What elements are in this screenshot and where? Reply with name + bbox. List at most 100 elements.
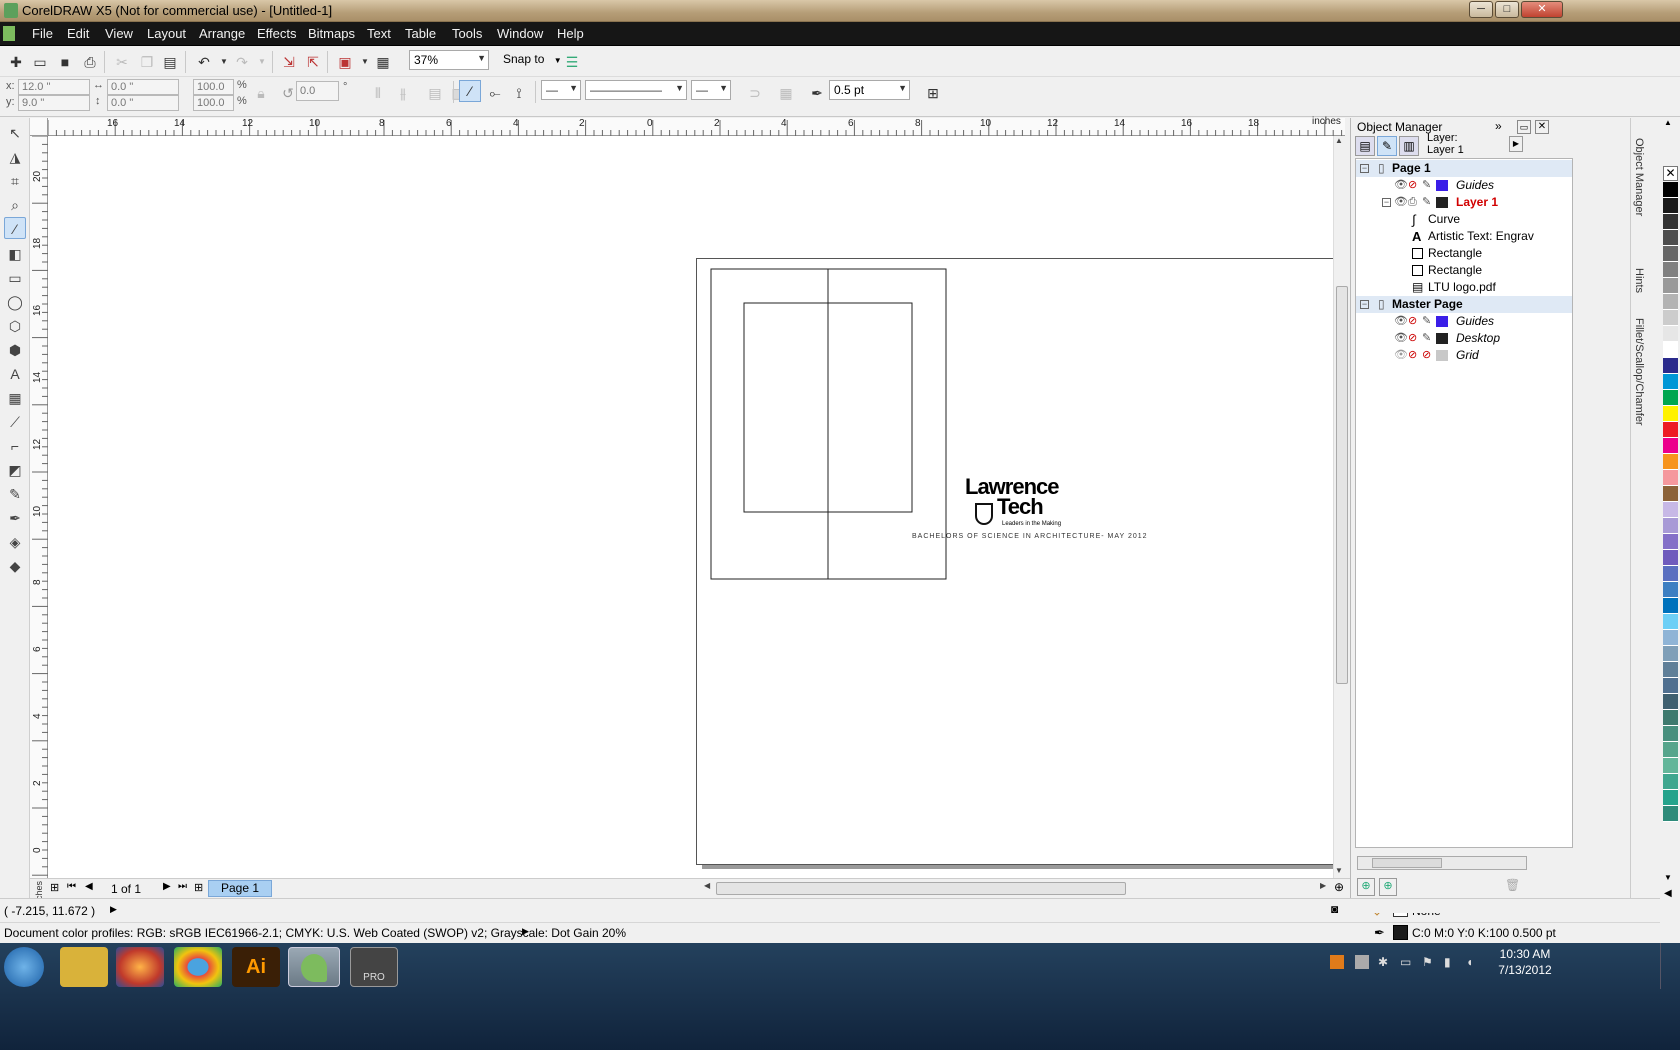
- print-icon[interactable]: ⎙: [80, 52, 100, 72]
- no-color-swatch-icon[interactable]: ✕: [1663, 166, 1678, 181]
- palette-color-swatch[interactable]: [1663, 742, 1678, 758]
- text-tool-icon[interactable]: A: [4, 363, 26, 385]
- palette-color-swatch[interactable]: [1663, 550, 1678, 566]
- menu-effects[interactable]: Effects: [257, 26, 297, 41]
- palette-color-swatch[interactable]: [1663, 342, 1678, 358]
- palette-color-swatch[interactable]: [1663, 326, 1678, 342]
- explorer-taskbar-icon[interactable]: [60, 947, 108, 987]
- pick-tool-icon[interactable]: ↖: [4, 122, 26, 144]
- clock-time[interactable]: 10:30 AM: [1495, 947, 1555, 961]
- tree-page-1[interactable]: − ▯ Page 1: [1356, 160, 1572, 177]
- palette-expand-icon[interactable]: ◀: [1664, 888, 1672, 899]
- palette-color-swatch[interactable]: [1663, 518, 1678, 534]
- palette-color-swatch[interactable]: [1663, 614, 1678, 630]
- palette-color-swatch[interactable]: [1663, 374, 1678, 390]
- palette-color-swatch[interactable]: [1663, 662, 1678, 678]
- layer-color-swatch[interactable]: [1436, 316, 1448, 327]
- menu-help[interactable]: Help: [557, 26, 584, 41]
- layer-color-swatch[interactable]: [1436, 197, 1448, 208]
- next-page-icon[interactable]: ▶: [163, 881, 171, 892]
- tab-object-manager[interactable]: Object Manager: [1633, 138, 1645, 216]
- scale-y-field[interactable]: 100.0: [193, 95, 234, 111]
- show-properties-icon[interactable]: ▤: [1355, 136, 1375, 156]
- snap-icon[interactable]: ◙: [1331, 902, 1338, 916]
- mirror-horizontal-icon[interactable]: ⫴: [368, 83, 388, 103]
- paste-icon[interactable]: ▤: [160, 52, 180, 72]
- visibility-eye-icon[interactable]: 👁︎: [1394, 313, 1408, 330]
- edit-disabled-icon[interactable]: ⊘: [1422, 347, 1431, 364]
- palette-color-swatch[interactable]: [1663, 790, 1678, 806]
- add-page-before-icon[interactable]: ⊞: [50, 881, 59, 894]
- outline-width-combo[interactable]: 0.5 pt ▼: [829, 80, 910, 100]
- palette-color-swatch[interactable]: [1663, 262, 1678, 278]
- scroll-left-icon[interactable]: ◀: [704, 881, 710, 890]
- rotation-field[interactable]: 0.0: [296, 81, 339, 101]
- redo-dropdown-icon[interactable]: ▼: [252, 52, 272, 72]
- collapse-icon[interactable]: −: [1360, 300, 1369, 309]
- smart-fill-tool-icon[interactable]: ◧: [4, 243, 26, 265]
- curve-straight-icon[interactable]: ⁄: [459, 80, 481, 102]
- show-desktop-button[interactable]: [1660, 943, 1680, 989]
- palette-color-swatch[interactable]: [1663, 582, 1678, 598]
- palette-color-swatch[interactable]: [1663, 678, 1678, 694]
- menu-arrange[interactable]: Arrange: [199, 26, 245, 41]
- palette-color-swatch[interactable]: [1663, 566, 1678, 582]
- palette-color-swatch[interactable]: [1663, 294, 1678, 310]
- new-document-icon[interactable]: ✚: [6, 52, 26, 72]
- edit-pencil-icon[interactable]: ✎: [1422, 177, 1431, 194]
- new-layer-icon[interactable]: ⊕: [1357, 878, 1375, 896]
- menu-bitmaps[interactable]: Bitmaps: [308, 26, 355, 41]
- menu-tools[interactable]: Tools: [452, 26, 482, 41]
- outline-color-swatch[interactable]: [1393, 925, 1408, 940]
- tab-fillet-scallop-chamfer[interactable]: Fillet/Scallop/Chamfer: [1633, 318, 1645, 426]
- scale-x-field[interactable]: 100.0: [193, 79, 234, 95]
- palette-color-swatch[interactable]: [1663, 246, 1678, 262]
- tree-master-desktop[interactable]: 👁︎ ⊘ ✎ Desktop: [1356, 330, 1572, 347]
- zoom-navigator-icon[interactable]: ⊕: [1334, 880, 1344, 894]
- scroll-up-icon[interactable]: ▲: [1335, 136, 1343, 145]
- new-master-layer-icon[interactable]: ⊕: [1379, 878, 1397, 896]
- save-icon[interactable]: ■: [55, 52, 75, 72]
- print-disabled-icon[interactable]: ⊘: [1408, 177, 1417, 194]
- palette-color-swatch[interactable]: [1663, 470, 1678, 486]
- tree-layer-1[interactable]: − 👁︎ ⎙ ✎ Layer 1: [1356, 194, 1572, 211]
- profiles-expand-icon[interactable]: ▶: [522, 926, 529, 937]
- tray-network-icon[interactable]: ▮: [1444, 955, 1451, 969]
- docker-flyout-icon[interactable]: ▶: [1509, 136, 1523, 152]
- height-field[interactable]: 0.0 ": [107, 95, 179, 111]
- palette-color-swatch[interactable]: [1663, 502, 1678, 518]
- ellipse-tool-icon[interactable]: ◯: [4, 291, 26, 313]
- palette-color-swatch[interactable]: [1663, 534, 1678, 550]
- palette-scroll-up-icon[interactable]: ▲: [1664, 118, 1672, 127]
- fill-tool-icon[interactable]: ◈: [4, 531, 26, 553]
- palette-color-swatch[interactable]: [1663, 182, 1678, 198]
- table-tool-icon[interactable]: ▦: [4, 387, 26, 409]
- delete-icon[interactable]: 🗑︎: [1505, 878, 1520, 892]
- first-page-icon[interactable]: ⏮: [67, 881, 76, 892]
- minimize-button[interactable]: ─: [1469, 1, 1493, 18]
- tree-horizontal-scrollbar[interactable]: [1357, 856, 1527, 870]
- tree-object-rectangle[interactable]: Rectangle: [1356, 245, 1572, 262]
- zoom-levels-combo[interactable]: 37% ▼: [409, 50, 489, 70]
- horizontal-ruler[interactable]: 16 14 12 10 8 6 4 2 0 2 4 6 8 10 12 14 1…: [48, 116, 1345, 136]
- connector-tool-icon[interactable]: ⌐: [4, 435, 26, 457]
- application-launcher-icon[interactable]: ▣: [335, 52, 355, 72]
- vertical-scrollbar[interactable]: ▲ ▼: [1333, 136, 1350, 878]
- tree-object-curve[interactable]: ∫ Curve: [1356, 211, 1572, 228]
- palette-color-swatch[interactable]: [1663, 358, 1678, 374]
- collapse-icon[interactable]: −: [1382, 198, 1391, 207]
- tree-hscrollbar[interactable]: [1358, 899, 1570, 913]
- undo-icon[interactable]: ↶: [194, 52, 214, 72]
- zoom-tool-icon[interactable]: ⌕: [4, 194, 26, 216]
- edit-pencil-icon[interactable]: ✎: [1422, 313, 1431, 330]
- maximize-button[interactable]: □: [1495, 1, 1519, 18]
- scroll-right-icon[interactable]: ▶: [1320, 881, 1326, 890]
- drawing-canvas[interactable]: Lawrence Tech Leaders in the Making BACH…: [48, 136, 1345, 878]
- visibility-eye-icon[interactable]: 👁︎: [1394, 347, 1408, 364]
- end-arrowhead-combo[interactable]: ― ▼: [691, 80, 731, 100]
- cut-icon[interactable]: ✂: [112, 52, 132, 72]
- menu-file[interactable]: File: [32, 26, 53, 41]
- open-icon[interactable]: ▭: [30, 52, 50, 72]
- palette-color-swatch[interactable]: [1663, 630, 1678, 646]
- palette-color-swatch[interactable]: [1663, 774, 1678, 790]
